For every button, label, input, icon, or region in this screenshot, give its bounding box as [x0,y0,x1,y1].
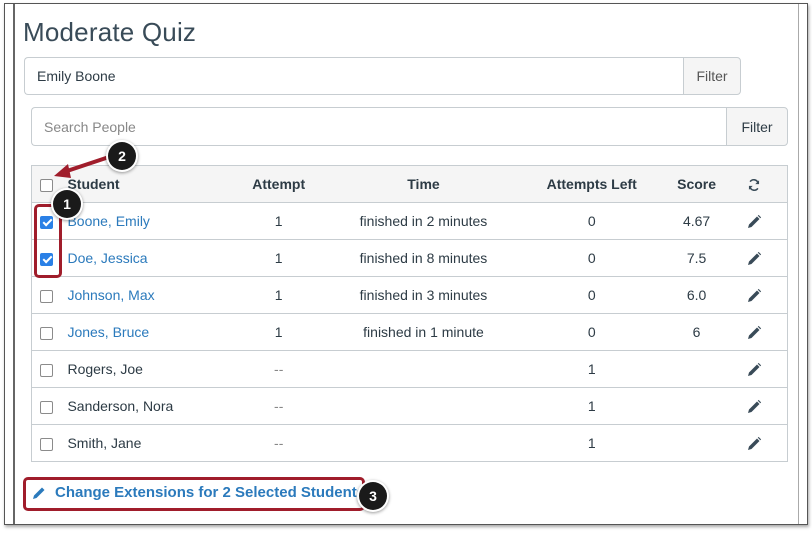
row-select-cell [31,350,62,388]
student-name-link[interactable]: Doe, Jessica [67,250,147,266]
edit-extension-cell[interactable] [720,276,788,314]
edit-extension-cell[interactable] [720,202,788,240]
header-action-cell [720,165,788,203]
attempts-left-cell: 1 [510,424,673,462]
table-row: Johnson, Max 1 finished in 3 minutes 0 6.0 [31,276,788,314]
row-checkbox[interactable] [40,363,54,377]
attempts-left-cell: 1 [510,350,673,388]
attempts-left-cell: 0 [510,239,673,277]
student-name-link[interactable]: Johnson, Max [67,287,154,303]
attempts-left-cell: 0 [510,276,673,314]
row-select-cell [31,424,62,462]
table-header-row: Student Attempt Time Attempts Left Score [31,165,788,203]
attempt-cell: 1 [221,276,337,314]
student-cell: Rogers, Joe [61,350,222,388]
time-cell: finished in 2 minutes [336,202,511,240]
attempt-cell: -- [221,424,337,462]
table-row: Doe, Jessica 1 finished in 8 minutes 0 7.5 [31,239,788,277]
people-search-input[interactable]: Search People [31,107,726,146]
pencil-icon [747,214,761,228]
student-name-link[interactable]: Boone, Emily [67,213,149,229]
time-cell [336,424,511,462]
student-filter-bar: Emily Boone Filter [24,57,741,95]
row-select-cell [31,313,62,351]
edit-extension-cell[interactable] [720,239,788,277]
row-checkbox[interactable] [40,326,54,340]
attempt-cell: 1 [221,313,337,351]
edit-extension-cell[interactable] [720,350,788,388]
score-cell: 6 [672,313,721,351]
table-row: Rogers, Joe -- 1 [31,350,788,388]
table-row: Boone, Emily 1 finished in 2 minutes 0 4.67 [31,202,788,240]
attempts-left-cell: 0 [510,313,673,351]
page-title: Moderate Quiz [23,17,197,47]
score-cell [672,424,721,462]
student-name-link[interactable]: Jones, Bruce [67,324,149,340]
pencil-icon [747,288,761,302]
student-cell: Smith, Jane [61,424,222,462]
edit-extension-cell[interactable] [720,313,788,351]
table-row: Smith, Jane -- 1 [31,424,788,462]
header-attempts-left: Attempts Left [510,165,673,203]
callout-badge-3: 3 [359,482,387,510]
edit-extension-cell[interactable] [720,424,788,462]
pencil-icon [747,251,761,265]
attempts-left-cell: 0 [510,202,673,240]
student-filter-input[interactable]: Emily Boone [24,57,683,95]
student-cell: Doe, Jessica [61,239,222,277]
score-cell: 6.0 [672,276,721,314]
student-filter-button[interactable]: Filter [683,57,741,95]
attempt-cell: 1 [221,239,337,277]
row-checkbox[interactable] [40,400,54,414]
frame-divider-left [13,4,15,524]
attempt-cell: -- [221,387,337,425]
score-cell: 7.5 [672,239,721,277]
row-select-cell [31,387,62,425]
header-time: Time [336,165,511,203]
pencil-icon [747,399,761,413]
callout-badge-2: 2 [108,142,136,170]
student-cell: Sanderson, Nora [61,387,222,425]
student-name: Smith, Jane [67,435,142,451]
row-select-cell [31,276,62,314]
pencil-icon [747,436,761,450]
time-cell: finished in 1 minute [336,313,511,351]
student-cell: Jones, Bruce [61,313,222,351]
attempt-cell: -- [221,350,337,388]
pencil-icon [747,362,761,376]
callout-highlight-extensions-link [23,477,365,511]
refresh-icon[interactable] [747,178,761,192]
attempts-left-cell: 1 [510,387,673,425]
time-cell: finished in 8 minutes [336,239,511,277]
pencil-icon [747,325,761,339]
edit-extension-cell[interactable] [720,387,788,425]
student-name: Rogers, Joe [67,361,143,377]
score-cell [672,387,721,425]
frame-divider-right [798,4,799,524]
time-cell [336,350,511,388]
score-cell: 4.67 [672,202,721,240]
row-checkbox[interactable] [40,289,54,303]
people-search-bar: Search People Filter [31,107,788,146]
callout-badge-1: 1 [53,190,81,218]
student-name: Sanderson, Nora [67,398,174,414]
table-row: Sanderson, Nora -- 1 [31,387,788,425]
time-cell [336,387,511,425]
table-row: Jones, Bruce 1 finished in 1 minute 0 6 [31,313,788,351]
people-search-filter-button[interactable]: Filter [726,107,788,146]
students-table: Student Attempt Time Attempts Left Score… [31,165,788,462]
score-cell [672,350,721,388]
time-cell: finished in 3 minutes [336,276,511,314]
attempt-cell: 1 [221,202,337,240]
student-cell: Boone, Emily [61,202,222,240]
student-cell: Johnson, Max [61,276,222,314]
row-checkbox[interactable] [40,437,54,451]
header-score: Score [672,165,721,203]
callout-arrow [54,154,114,178]
header-attempt: Attempt [221,165,337,203]
